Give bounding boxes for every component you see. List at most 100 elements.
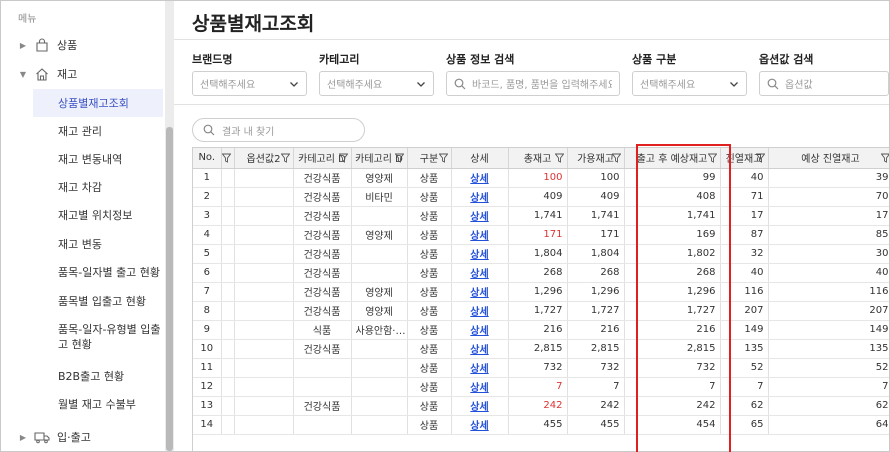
cell-expected-after-outbound: 99 bbox=[624, 168, 721, 188]
detail-link[interactable]: 상세 bbox=[470, 421, 488, 432]
sidebar-item-stock-by-product[interactable]: 상품별재고조회 bbox=[33, 89, 163, 117]
filter-icon[interactable] bbox=[438, 153, 448, 163]
filter-icon[interactable] bbox=[554, 153, 564, 163]
sidebar-item-stock-location[interactable]: 재고별 위치정보 bbox=[58, 208, 163, 223]
table-row[interactable]: 4 건강식품 영양제 상품 상세 171 171 169 87 85 bbox=[193, 225, 889, 245]
detail-link[interactable]: 상세 bbox=[470, 364, 488, 375]
sidebar-item-stock-deduction[interactable]: 재고 차감 bbox=[58, 180, 163, 195]
sidebar-group-product[interactable]: ▶ 상품 bbox=[1, 34, 77, 56]
sidebar-group-inventory[interactable]: ▼ 재고 bbox=[1, 63, 77, 85]
cell-total-stock: 100 bbox=[508, 168, 568, 188]
filter-icon[interactable] bbox=[338, 153, 348, 163]
cell-type: 상품 bbox=[407, 301, 452, 321]
product-type-select[interactable]: 선택해주세요 bbox=[632, 71, 747, 96]
cell-detail: 상세 bbox=[451, 301, 509, 321]
detail-link[interactable]: 상세 bbox=[470, 231, 488, 242]
filter-icon[interactable] bbox=[221, 153, 231, 163]
column-header[interactable] bbox=[221, 148, 235, 169]
cell-detail: 상세 bbox=[451, 415, 509, 435]
column-header[interactable]: 총재고 bbox=[508, 148, 568, 169]
sidebar-item-b2b-outbound[interactable]: B2B출고 현황 bbox=[58, 369, 163, 384]
column-header[interactable]: 예상 진열재고 bbox=[768, 148, 889, 169]
detail-link[interactable]: 상세 bbox=[470, 402, 488, 413]
sidebar-group-inout[interactable]: ▶ 입·출고 bbox=[1, 426, 91, 448]
table-row[interactable]: 9 식품 사용안함·… 상품 상세 216 216 216 149 149 bbox=[193, 320, 889, 340]
cell-expected-display-stock: 85 bbox=[768, 225, 889, 245]
sidebar-item-item-inout[interactable]: 품목별 입출고 현황 bbox=[58, 294, 163, 309]
filter-icon[interactable] bbox=[280, 153, 290, 163]
detail-link[interactable]: 상세 bbox=[470, 345, 488, 356]
column-header[interactable]: 상세 bbox=[451, 148, 509, 169]
cell-available-stock: 1,741 bbox=[567, 206, 625, 226]
table-row[interactable]: 13 건강식품 상품 상세 242 242 242 62 62 bbox=[193, 396, 889, 416]
cell-available-stock: 1,727 bbox=[567, 301, 625, 321]
filter-icon[interactable] bbox=[880, 153, 889, 163]
column-header[interactable]: 카테고리 D bbox=[293, 148, 352, 169]
table-row[interactable]: 5 건강식품 상품 상세 1,804 1,804 1,802 32 30 bbox=[193, 244, 889, 264]
detail-link[interactable]: 상세 bbox=[470, 383, 488, 394]
column-header[interactable]: 출고 후 예상재고 bbox=[624, 148, 721, 169]
product-search-input[interactable]: 바코드, 품명, 품번을 입력해주세요 bbox=[446, 71, 620, 96]
detail-link[interactable]: 상세 bbox=[470, 326, 488, 337]
cell-expected-display-stock: 135 bbox=[768, 339, 889, 359]
cell-category-2 bbox=[351, 244, 408, 264]
filter-icon[interactable] bbox=[707, 153, 717, 163]
cell-expected-display-stock: 17 bbox=[768, 206, 889, 226]
select-placeholder: 선택해주세요 bbox=[200, 80, 256, 91]
column-header[interactable]: 카테고리 D bbox=[351, 148, 408, 169]
table-row[interactable]: 3 건강식품 상품 상세 1,741 1,741 1,741 17 17 bbox=[193, 206, 889, 226]
filter-label: 카테고리 bbox=[319, 53, 360, 66]
detail-link[interactable]: 상세 bbox=[470, 193, 488, 204]
column-header[interactable]: 진열재고 bbox=[720, 148, 769, 169]
column-header[interactable]: 옵션값2 bbox=[234, 148, 294, 169]
table-row[interactable]: 14 상품 상세 455 455 454 65 64 bbox=[193, 415, 889, 435]
filter-icon[interactable] bbox=[755, 153, 765, 163]
table-row[interactable]: 2 건강식품 비타민 상품 상세 409 409 408 71 70 bbox=[193, 187, 889, 207]
result-search-input[interactable]: 결과 내 찾기 bbox=[192, 118, 365, 142]
table-row[interactable]: 8 건강식품 영양제 상품 상세 1,727 1,727 1,727 207 207 bbox=[193, 301, 889, 321]
detail-link[interactable]: 상세 bbox=[470, 174, 488, 185]
cell-option2 bbox=[234, 415, 294, 435]
category-select[interactable]: 선택해주세요 bbox=[319, 71, 434, 96]
detail-link[interactable]: 상세 bbox=[470, 288, 488, 299]
detail-link[interactable]: 상세 bbox=[470, 269, 488, 280]
table-row[interactable]: 6 건강식품 상품 상세 268 268 268 40 40 bbox=[193, 263, 889, 283]
cell-option2 bbox=[234, 263, 294, 283]
option-search-input[interactable]: 옵션값 bbox=[759, 71, 889, 96]
sidebar-item-stock-change[interactable]: 재고 변동 bbox=[58, 237, 163, 252]
column-header[interactable]: 가용재고 bbox=[567, 148, 625, 169]
brand-select[interactable]: 선택해주세요 bbox=[192, 71, 307, 96]
cell-category-2: 영양제 bbox=[351, 225, 408, 245]
detail-link[interactable]: 상세 bbox=[470, 250, 488, 261]
column-header[interactable]: 구분 bbox=[407, 148, 452, 169]
cell-expected-after-outbound: 454 bbox=[624, 415, 721, 435]
cell-display-stock: 32 bbox=[720, 244, 769, 264]
cell-type: 상품 bbox=[407, 377, 452, 397]
sidebar-item-stock-management[interactable]: 재고 관리 bbox=[58, 124, 163, 139]
sidebar-item-type-inout[interactable]: 품목-일자-유형별 입출고 현황 bbox=[58, 322, 163, 352]
sidebar-item-monthly-ledger[interactable]: 월별 재고 수불부 bbox=[58, 397, 163, 412]
cell-category-2 bbox=[351, 396, 408, 416]
sidebar-item-stock-history[interactable]: 재고 변동내역 bbox=[58, 152, 163, 167]
cell-expected-after-outbound: 732 bbox=[624, 358, 721, 378]
table-row[interactable]: 7 건강식품 영양제 상품 상세 1,296 1,296 1,296 116 116 bbox=[193, 282, 889, 302]
cell-option2 bbox=[234, 358, 294, 378]
sidebar-scrollbar-thumb[interactable] bbox=[166, 127, 173, 451]
filter-icon[interactable] bbox=[611, 153, 621, 163]
detail-link[interactable]: 상세 bbox=[470, 307, 488, 318]
table-row[interactable]: 11 상품 상세 732 732 732 52 52 bbox=[193, 358, 889, 378]
table-row[interactable]: 10 건강식품 상품 상세 2,815 2,815 2,815 135 135 bbox=[193, 339, 889, 359]
cell-category-1: 건강식품 bbox=[293, 339, 352, 359]
cell-type: 상품 bbox=[407, 187, 452, 207]
sidebar-item-daily-outbound[interactable]: 품목-일자별 출고 현황 bbox=[58, 265, 163, 280]
table-row[interactable]: 12 상품 상세 7 7 7 7 7 bbox=[193, 377, 889, 397]
detail-link[interactable]: 상세 bbox=[470, 212, 488, 223]
cell-check bbox=[221, 358, 235, 378]
column-header[interactable]: No. bbox=[193, 148, 222, 169]
cell-check bbox=[221, 415, 235, 435]
filter-icon[interactable] bbox=[394, 153, 404, 163]
cell-expected-display-stock: 30 bbox=[768, 244, 889, 264]
cell-type: 상품 bbox=[407, 396, 452, 416]
cell-type: 상품 bbox=[407, 225, 452, 245]
table-row[interactable]: 1 건강식품 영양제 상품 상세 100 100 99 40 39 bbox=[193, 168, 889, 188]
